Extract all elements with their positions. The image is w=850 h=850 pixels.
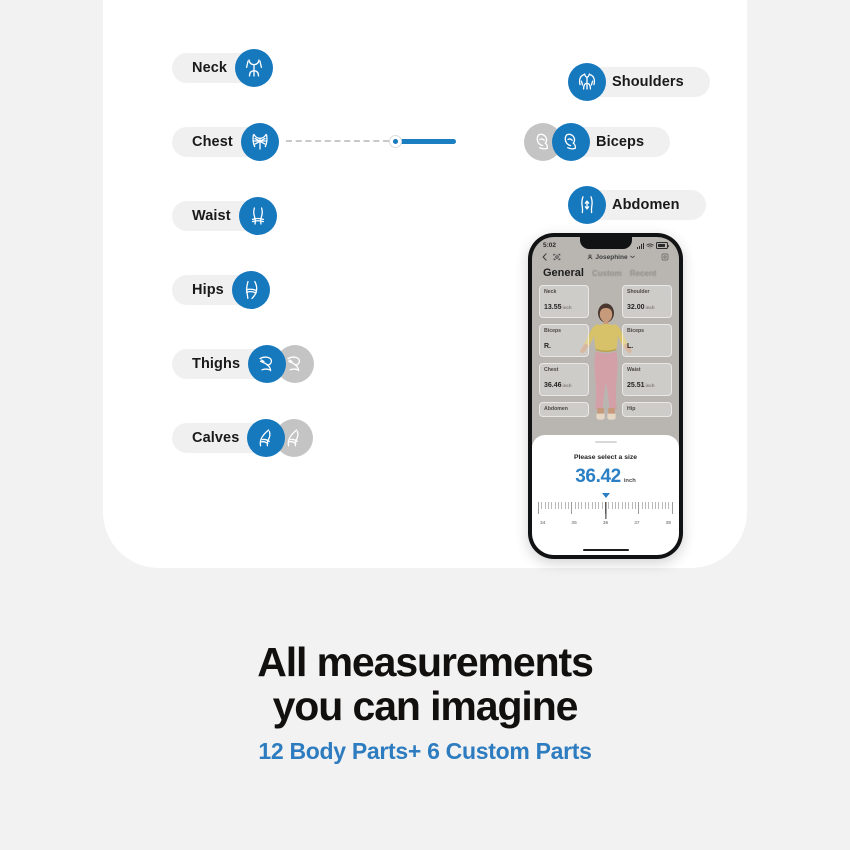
measurement-card[interactable]: Abdomen (539, 402, 589, 417)
body-part-label: Neck (192, 60, 228, 76)
measurement-value: R. (544, 342, 551, 350)
phone-notch (579, 237, 632, 249)
headline-line-2: you can imagine (272, 683, 579, 730)
measurement-value: 25.51 (627, 381, 645, 389)
slider-track-filled (399, 138, 456, 144)
measurement-label: Biceps (627, 328, 645, 334)
measurement-card[interactable]: Biceps L. (622, 324, 672, 357)
cellular-bars-icon (636, 242, 644, 249)
body-part-label: Biceps (596, 134, 645, 150)
phone-nav-title: Josephine (595, 253, 628, 261)
headline-line-1: All measurements (257, 639, 594, 685)
body-part-label: Calves (192, 430, 240, 446)
tab-custom[interactable]: Custom (592, 269, 622, 278)
body-part-row-thighs[interactable]: Thighs (172, 341, 315, 387)
body-part-label: Waist (192, 208, 231, 224)
measurement-value: L. (627, 342, 634, 350)
ruler-label: 37 (634, 521, 640, 526)
status-bar-time: 5:02 (543, 242, 557, 249)
status-bar-icons (636, 242, 669, 249)
phone-screen: 5:02 Josephine General Custom Recent Nec… (532, 237, 679, 555)
measurement-label: Chest (544, 367, 559, 373)
body-part-row-chest[interactable]: Chest (172, 119, 279, 165)
ruler-label: 38 (665, 521, 671, 526)
body-part-label: Shoulders (612, 74, 684, 90)
body-part-row-biceps[interactable]: Biceps (524, 119, 671, 165)
waist-icon[interactable] (238, 197, 277, 235)
tab-general[interactable]: General (543, 267, 584, 279)
tab-recent[interactable]: Recent (630, 269, 657, 278)
measurement-unit: inch (645, 382, 655, 388)
measurement-label: Waist (627, 367, 641, 373)
ruler-label: 36 (602, 521, 609, 526)
measurement-card[interactable]: Shoulder 32.00inch (622, 285, 672, 318)
body-part-row-abdomen[interactable]: Abdomen (568, 182, 706, 228)
measurement-board: Neck 13.55inch Shoulder 32.00inch Biceps… (532, 283, 679, 451)
chest-icon[interactable] (240, 123, 279, 161)
measurement-card[interactable]: Neck 13.55inch (539, 285, 589, 318)
body-part-label: Thighs (192, 356, 241, 372)
measurement-unit: inch (645, 304, 655, 310)
ruler-selection-line (604, 502, 607, 519)
chevron-down-icon (629, 255, 635, 259)
sheet-value: 36.42 (575, 466, 621, 487)
slider-track-inactive (286, 140, 389, 142)
shoulders-icon[interactable] (568, 63, 606, 101)
biceps-icon[interactable] (552, 123, 590, 161)
body-part-row-shoulders[interactable]: Shoulders (568, 59, 710, 105)
sheet-unit: inch (623, 478, 636, 484)
body-part-row-waist[interactable]: Waist (172, 193, 277, 239)
slider-handle[interactable] (389, 134, 402, 148)
body-part-row-hips[interactable]: Hips (172, 267, 270, 313)
size-ruler[interactable]: 34 35 36 37 38 (532, 502, 679, 526)
chevron-left-icon[interactable] (542, 253, 547, 261)
hips-icon[interactable] (231, 271, 270, 309)
body-part-row-calves[interactable]: Calves (172, 415, 314, 461)
measurement-label: Abdomen (544, 406, 568, 412)
abdomen-icon[interactable] (568, 186, 606, 224)
body-part-label: Abdomen (612, 197, 680, 213)
measurement-label: Neck (544, 289, 557, 295)
sheet-grabber[interactable] (594, 441, 617, 443)
body-part-row-neck[interactable]: Neck (172, 45, 274, 91)
sheet-title: Please select a size (573, 454, 638, 461)
measurement-value: 13.55 (544, 303, 562, 311)
measurement-card[interactable]: Chest 36.46inch (539, 363, 589, 396)
measurement-label: Biceps (544, 328, 562, 334)
person-icon (587, 254, 593, 260)
measurement-value: 36.46 (544, 381, 562, 389)
neck-icon[interactable] (235, 49, 274, 87)
phone-nav-bar: Josephine (532, 249, 679, 261)
measurement-value: 32.00 (627, 303, 645, 311)
battery-icon (656, 242, 669, 249)
measurement-label: Shoulder (627, 289, 650, 295)
scan-icon[interactable] (553, 253, 561, 261)
measurement-card[interactable]: Hip (622, 402, 672, 417)
size-picker-sheet: Please select a size 36.42inch 34 35 36 (532, 435, 679, 555)
phone-tabs: General Custom Recent (532, 261, 679, 279)
measurement-label: Hip (627, 406, 636, 412)
caret-down-icon (601, 493, 610, 498)
page-title: All measurements you can imagine (0, 640, 850, 729)
measurement-card[interactable]: Waist 25.51inch (622, 363, 672, 396)
phone-mockup: 5:02 Josephine General Custom Recent Nec… (528, 233, 683, 559)
measurement-unit: inch (562, 304, 572, 310)
body-part-label: Hips (192, 282, 224, 298)
ruler-label: 34 (540, 521, 546, 526)
body-part-label: Chest (192, 134, 233, 150)
measurement-card[interactable]: Biceps R. (539, 324, 589, 357)
page-subtitle: 12 Body Parts+ 6 Custom Parts (258, 738, 592, 764)
ruler-labels: 34 35 36 37 38 (540, 521, 671, 526)
sheet-value-group: 36.42 inch (532, 466, 679, 488)
chest-measurement-slider[interactable] (286, 131, 456, 151)
settings-icon[interactable] (661, 253, 669, 261)
ruler-ticks (538, 502, 673, 520)
ruler-label: 35 (571, 521, 577, 526)
thigh-icon[interactable] (248, 345, 287, 383)
measurement-unit: inch (562, 382, 572, 388)
wifi-icon (646, 243, 654, 248)
phone-nav-title-group[interactable]: Josephine (587, 253, 635, 261)
